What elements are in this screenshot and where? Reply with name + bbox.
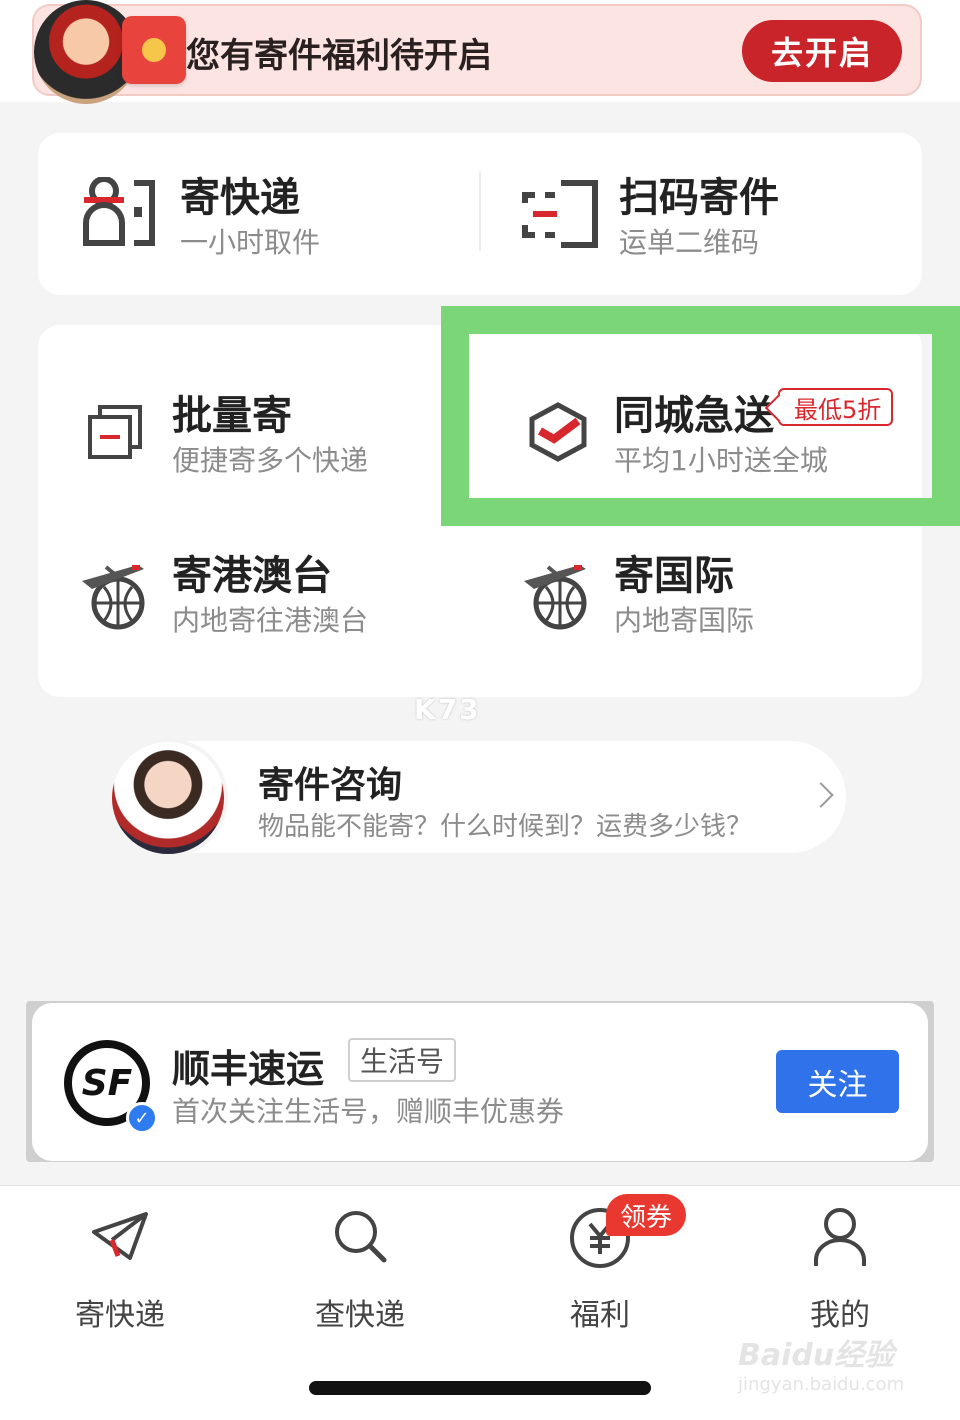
courier-icon bbox=[83, 177, 155, 246]
service-title: 寄快递 bbox=[180, 175, 300, 221]
service-scan-send[interactable]: 扫码寄件 运单二维码 bbox=[481, 133, 922, 295]
consult-subtitle: 物品能不能寄？什么时候到？运费多少钱？ bbox=[258, 812, 753, 842]
service-title: 扫码寄件 bbox=[619, 175, 779, 221]
service-title: 批量寄 bbox=[172, 393, 292, 439]
globe-plane-icon bbox=[82, 565, 145, 630]
site-watermark: K73 bbox=[414, 693, 481, 726]
tab-label: 寄快递 bbox=[75, 1298, 165, 1333]
service-hk-macau-taiwan[interactable]: 寄港澳台 内地寄往港澳台 bbox=[38, 525, 458, 675]
coupon-badge: 领券 bbox=[606, 1194, 687, 1236]
promo-banner[interactable]: 您有寄件福利待开启 去开启 bbox=[32, 0, 922, 104]
home-indicator[interactable] bbox=[309, 1381, 651, 1395]
follow-button[interactable]: 关注 bbox=[776, 1050, 899, 1113]
services-top-card: 寄快递 一小时取件 扫码寄件 运单二维码 bbox=[38, 133, 922, 295]
service-title: 寄港澳台 bbox=[172, 553, 332, 599]
baidu-watermark-url: jingyan.baidu.com bbox=[738, 1374, 905, 1395]
tab-label: 我的 bbox=[810, 1298, 870, 1333]
service-batch-send[interactable]: 批量寄 便捷寄多个快递 bbox=[38, 345, 458, 495]
verified-icon: ✓ bbox=[126, 1102, 158, 1134]
service-subtitle: 内地寄国际 bbox=[614, 604, 755, 637]
account-name: 顺丰速运 bbox=[172, 1047, 325, 1091]
search-icon bbox=[335, 1211, 387, 1263]
red-envelope-icon bbox=[122, 16, 186, 84]
batch-icon bbox=[88, 405, 142, 459]
service-subtitle: 内地寄往港澳台 bbox=[172, 604, 369, 637]
discount-tag: 最低5折 bbox=[778, 388, 894, 426]
service-subtitle: 一小时取件 bbox=[180, 226, 321, 259]
tab-label: 查快递 bbox=[315, 1298, 405, 1333]
promo-text: 您有寄件福利待开启 bbox=[186, 36, 492, 76]
agent-avatar bbox=[108, 738, 228, 858]
account-type-badge: 生活号 bbox=[348, 1038, 457, 1082]
consult-title: 寄件咨询 bbox=[258, 765, 403, 806]
service-subtitle: 运单二维码 bbox=[619, 226, 760, 259]
baidu-watermark: Baidu经验 bbox=[738, 1338, 895, 1373]
follow-description: 首次关注生活号，赠顺丰优惠券 bbox=[172, 1095, 565, 1128]
service-send-express[interactable]: 寄快递 一小时取件 bbox=[38, 133, 479, 295]
service-subtitle: 便捷寄多个快递 bbox=[172, 444, 369, 477]
paper-plane-icon bbox=[92, 1212, 148, 1260]
service-title: 寄国际 bbox=[614, 553, 734, 599]
scan-icon bbox=[522, 180, 598, 248]
promo-open-button[interactable]: 去开启 bbox=[742, 20, 902, 82]
user-icon bbox=[814, 1208, 866, 1266]
globe-plane-icon bbox=[524, 565, 587, 630]
service-international[interactable]: 寄国际 内地寄国际 bbox=[480, 525, 922, 675]
tab-label: 福利 bbox=[570, 1298, 630, 1333]
